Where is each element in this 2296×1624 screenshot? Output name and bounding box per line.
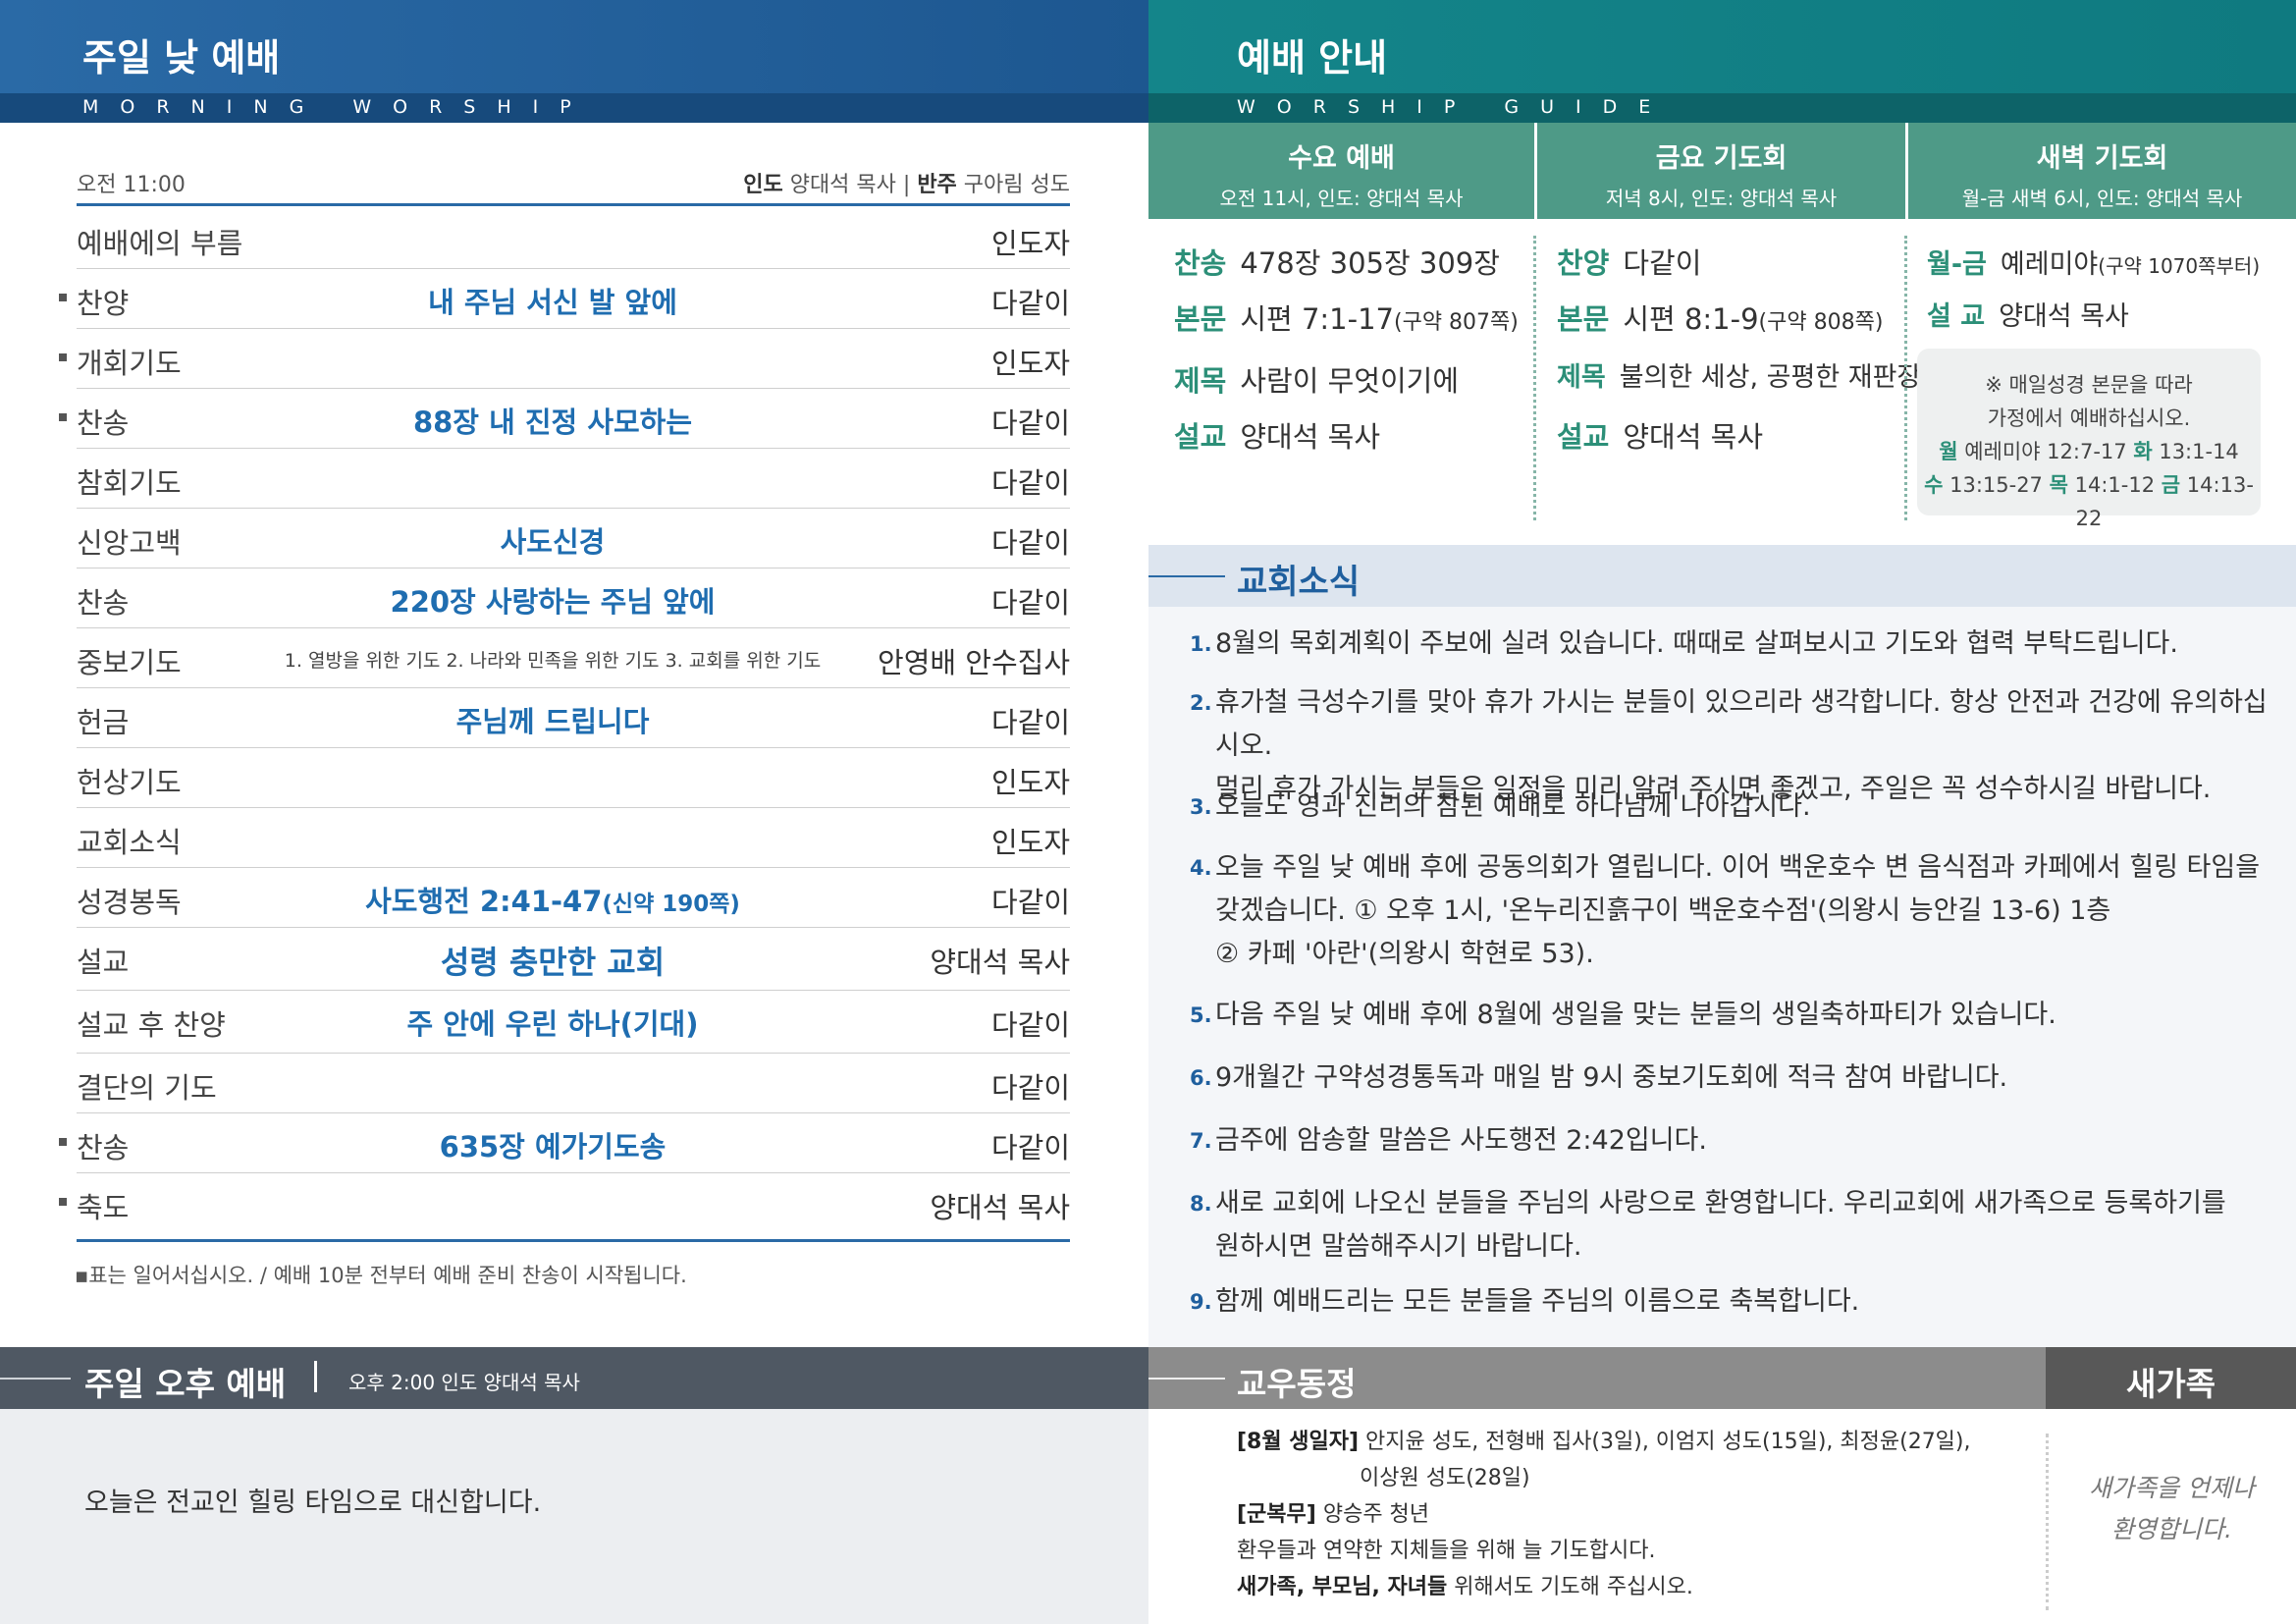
service-meta: 오전 11:00 인도 양대석 목사 | 반주 구아림 성도: [77, 167, 1070, 206]
wed-hymn: 찬송 478장 305장 309장: [1174, 246, 1500, 280]
fri-title: 제목 불의한 세상, 공평한 재판장: [1557, 362, 1922, 393]
friends-title: 교우동정: [1237, 1365, 1357, 1403]
newfamily-title: 새가족: [2125, 1365, 2216, 1403]
fri-preacher: 설교 양대석 목사: [1557, 420, 1763, 454]
order-row: 신앙고백 사도신경 다같이: [77, 509, 1070, 568]
news-item: 9. 함께 예배드리는 모든 분들을 주님의 이름으로 축복합니다.: [1190, 1286, 1860, 1317]
stand-marker: [59, 353, 67, 361]
stand-marker: [59, 413, 67, 421]
afternoon-header: 주일 오후 예배 오후 2:00 인도 양대석 목사: [0, 1347, 1148, 1409]
order-row: 중보기도 1. 열방을 위한 기도 2. 나라와 민족을 위한 기도 3. 교회를…: [77, 628, 1070, 688]
morning-subtitle: MORNING WORSHIP: [82, 96, 593, 118]
afternoon-text: 오늘은 전교인 힐링 타임으로 대신합니다.: [84, 1488, 542, 1518]
news-item: 1. 8월의 목회계획이 주보에 실려 있습니다. 때때로 살펴보시고 기도와 협…: [1190, 628, 2178, 659]
fri-header: 금요 기도회 저녁 8시, 인도: 양대석 목사: [1537, 123, 1905, 219]
wed-preacher: 설교 양대석 목사: [1174, 420, 1380, 454]
news-item: 4. 오늘 주일 낮 예배 후에 공동의회가 열립니다. 이어 백운호수 변 음식…: [1190, 852, 2261, 969]
order-row: 개회기도 인도자: [59, 329, 1070, 389]
family-prayer-line: 새가족, 부모님, 자녀들 위해서도 기도해 주십시오.: [1237, 1575, 1693, 1599]
order-row: 교회소식 인도자: [77, 808, 1070, 868]
wed-title: 제목 사람이 무엇이기에: [1174, 364, 1460, 398]
order-row: 설교 후 찬양 주 안에 우린 하나(기대) 다같이: [77, 991, 1070, 1054]
friends-header: 교우동정: [1148, 1347, 2046, 1409]
standing-note: ▪표는 일어서십시오. / 예배 10분 전부터 예배 준비 찬송이 시작됩니다…: [75, 1264, 687, 1287]
newfamily-header: 새가족: [2046, 1347, 2296, 1409]
morning-header: 주일 낮 예배 MORNING WORSHIP: [0, 0, 1148, 123]
newfamily-text: 새가족을 언제나 환영합니다.: [2089, 1474, 2255, 1543]
birthday-line: [8월 생일자] 안지윤 성도, 전형배 집사(3일), 이엄지 성도(15일)…: [1237, 1430, 1971, 1454]
news-item: 8. 새로 교회에 나오신 분들을 주님의 사랑으로 환영합니다. 우리교회에 새…: [1190, 1188, 2226, 1262]
military-line: [군복무] 양승주 청년: [1237, 1502, 1430, 1527]
order-row: 찬송 88장 내 진정 사모하는 다같이: [59, 389, 1070, 449]
dawn-days: 월-금 예레미야(구약 1070쪽부터): [1927, 249, 2261, 280]
afternoon-title: 주일 오후 예배: [84, 1365, 287, 1403]
order-row: 설교 성령 충만한 교회 양대석 목사: [77, 928, 1070, 991]
guide-subtitle: WORSHIP GUIDE: [1237, 96, 1673, 118]
order-row: 결단의 기도 다같이: [77, 1054, 1070, 1113]
prayer-line: 환우들과 연약한 지체들을 위해 늘 기도합시다.: [1237, 1539, 1656, 1563]
order-row: 찬송 220장 사랑하는 주님 앞에 다같이: [77, 568, 1070, 628]
afternoon-body: 오늘은 전교인 힐링 타임으로 대신합니다.: [0, 1409, 1148, 1624]
fri-text: 본문 시편 8:1-9(구약 808쪽): [1557, 302, 1884, 336]
guide-title: 예배 안내: [1237, 36, 1388, 80]
wed-header: 수요 예배 오전 11시, 인도: 양대석 목사: [1148, 123, 1534, 219]
morning-title: 주일 낮 예배: [82, 36, 281, 80]
dawn-header: 새벽 기도회 월-금 새벽 6시, 인도: 양대석 목사: [1908, 123, 2296, 219]
news-header: 교회소식: [1148, 545, 2296, 607]
stand-marker: [59, 1198, 67, 1206]
news-item: 6. 9개월간 구약성경통독과 매일 밤 9시 중보기도회에 적극 참여 바랍니다…: [1190, 1062, 2008, 1093]
news-item: 3. 오늘도 영과 진리의 참된 예배로 하나님께 나아갑시다.: [1190, 791, 1811, 822]
order-row: 찬송 635장 예가기도송 다같이: [59, 1113, 1070, 1173]
stand-marker: [59, 294, 67, 301]
daily-bible-note: ※ 매일성경 본문을 따라 가정에서 예배하십시오. 월 예레미야 12:7-1…: [1917, 349, 2261, 530]
news-title: 교회소식: [1237, 563, 1361, 602]
service-leaders: 인도 양대석 목사 | 반주 구아림 성도: [743, 173, 1070, 197]
order-row: 성경봉독 사도행전 2:41-47(신약 190쪽) 다같이: [77, 868, 1070, 928]
guide-header: 예배 안내 WORSHIP GUIDE: [1148, 0, 2296, 123]
order-row: 예배에의 부름 인도자: [77, 209, 1070, 269]
order-row: 헌금 주님께 드립니다 다같이: [77, 688, 1070, 748]
dawn-preacher: 설 교 양대석 목사: [1927, 301, 2129, 332]
order-row: 축도 양대석 목사: [59, 1173, 1070, 1233]
order-row: 헌상기도 인도자: [77, 748, 1070, 808]
stand-marker: [59, 1138, 67, 1146]
wed-text: 본문 시편 7:1-17(구약 807쪽): [1174, 302, 1519, 336]
news-item: 5. 다음 주일 낮 예배 후에 8월에 생일을 맞는 분들의 생일축하파티가 있…: [1190, 1000, 2056, 1030]
news-item: 7. 금주에 암송할 말씀은 사도행전 2:42입니다.: [1190, 1125, 1707, 1156]
fri-hymn: 찬양 다같이: [1557, 246, 1702, 280]
afternoon-info: 오후 2:00 인도 양대석 목사: [348, 1371, 580, 1394]
birthday-line-2: 이상원 성도(28일): [1360, 1466, 1530, 1490]
order-row: 참회기도 다같이: [77, 449, 1070, 509]
order-row: 찬양 내 주님 서신 발 앞에 다같이: [59, 269, 1070, 329]
service-time: 오전 11:00: [77, 173, 186, 197]
